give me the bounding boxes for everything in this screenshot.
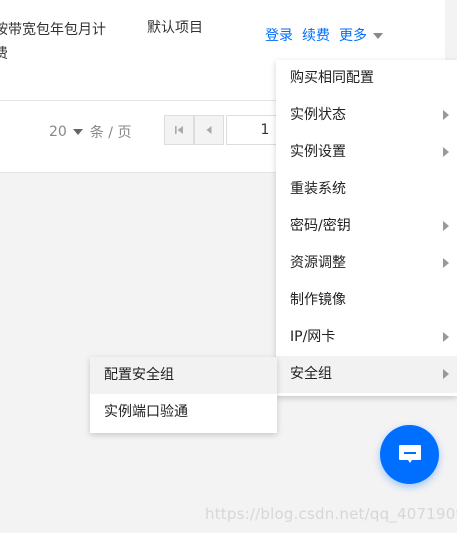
more-label: 更多 (339, 28, 367, 44)
menu-item-label: IP/网卡 (290, 329, 336, 345)
page-size-unit: 条 / 页 (89, 125, 132, 141)
first-page-button[interactable] (164, 115, 194, 145)
chevron-right-icon (443, 332, 449, 342)
chat-bubble-icon (398, 444, 421, 463)
submenu-item[interactable]: 实例端口验通 (90, 394, 277, 431)
more-dropdown[interactable]: 更多 (339, 26, 383, 46)
chevron-right-icon (443, 147, 449, 157)
page-size-select[interactable]: 20 条 / 页 (49, 122, 131, 142)
menu-item-label: 重装系统 (290, 181, 346, 197)
submenu-item[interactable]: 配置安全组 (90, 357, 277, 394)
menu-item[interactable]: 重装系统 (276, 171, 457, 208)
chevron-right-icon (443, 258, 449, 268)
first-page-icon (175, 126, 183, 134)
menu-item-label: 实例状态 (290, 107, 346, 123)
chevron-down-icon (373, 33, 383, 39)
billing-mode-cell: 按带宽包年包月计 费 (0, 18, 106, 66)
menu-item[interactable]: 实例状态 (276, 97, 457, 134)
menu-item[interactable]: 制作镜像 (276, 282, 457, 319)
prev-page-icon (206, 126, 212, 134)
menu-item-label: 实例设置 (290, 144, 346, 160)
page-size-value: 20 (49, 124, 67, 140)
menu-item[interactable]: 安全组 (276, 356, 457, 393)
menu-item-label: 购买相同配置 (290, 70, 374, 86)
more-dropdown-menu: 购买相同配置 实例状态实例设置重装系统密码/密钥资源调整制作镜像 IP/网卡安全组 (276, 60, 457, 396)
menu-item-label: 制作镜像 (290, 292, 346, 308)
billing-mode-line2: 费 (0, 46, 8, 62)
login-link[interactable]: 登录 (265, 26, 293, 46)
chevron-right-icon (443, 221, 449, 231)
prev-page-button[interactable] (194, 115, 224, 145)
chevron-right-icon (443, 369, 449, 379)
chevron-down-icon (72, 129, 83, 135)
menu-item-label: 密码/密钥 (290, 218, 351, 234)
page-number-value: 1 (260, 122, 270, 138)
project-cell: 默认项目 (147, 20, 203, 36)
renew-link[interactable]: 续费 (302, 26, 330, 46)
chat-button[interactable] (380, 425, 439, 484)
security-group-submenu: 配置安全组 实例端口验通 (90, 357, 277, 433)
menu-item[interactable]: IP/网卡 (276, 319, 457, 356)
menu-item-label: 资源调整 (290, 255, 346, 271)
watermark: https://blog.csdn.net/qq_40719095 (205, 505, 457, 523)
menu-item[interactable]: 资源调整 (276, 245, 457, 282)
menu-item[interactable]: 实例设置 (276, 134, 457, 171)
billing-mode-line1: 按带宽包年包月计 (0, 22, 106, 38)
chevron-right-icon (443, 110, 449, 120)
menu-item[interactable]: 购买相同配置 (276, 60, 457, 97)
menu-item-label: 安全组 (290, 366, 332, 382)
row-operations: 登录 续费 更多 (265, 26, 383, 46)
menu-item[interactable]: 密码/密钥 (276, 208, 457, 245)
